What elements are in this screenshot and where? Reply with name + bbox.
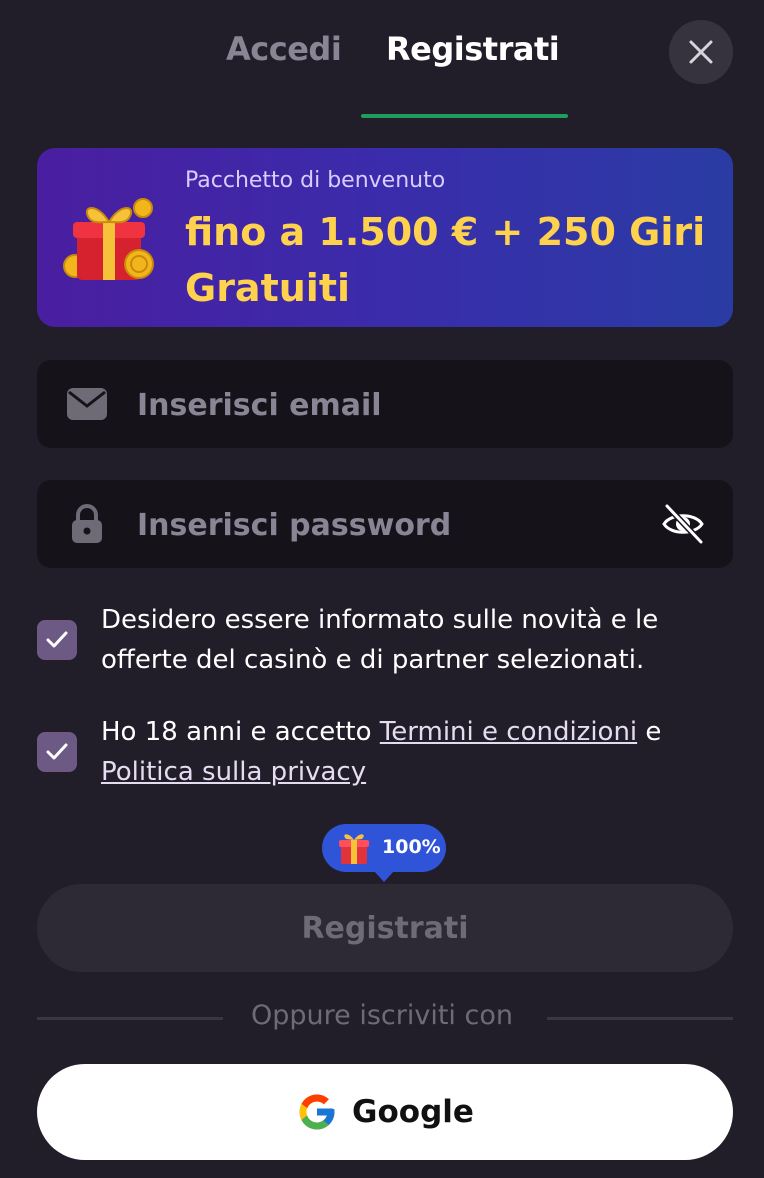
banner-subtitle: Pacchetto di benvenuto [185, 168, 446, 193]
password-input[interactable] [135, 480, 659, 570]
gift-box-icon [63, 198, 154, 280]
terms-checkbox[interactable] [37, 732, 77, 772]
welcome-banner: Pacchetto di benvenuto fino a 1.500 € + … [37, 148, 733, 327]
close-icon [689, 40, 713, 64]
terms-conjunction: e [645, 717, 662, 747]
register-submit-label: Registrati [301, 910, 469, 946]
active-tab-indicator [361, 114, 568, 118]
divider-text: Oppure iscriviti con [251, 1000, 513, 1031]
envelope-icon [67, 388, 107, 420]
terms-link[interactable]: Termini e condizioni [380, 717, 637, 747]
bonus-percent: 100% [382, 836, 441, 858]
google-signup-button[interactable]: Google [37, 1064, 733, 1160]
google-logo-icon [299, 1094, 335, 1130]
lock-icon [72, 504, 102, 543]
email-field-container [37, 360, 733, 450]
checkmark-icon [46, 743, 68, 760]
bonus-badge: 100% [322, 824, 446, 882]
gift-icon [339, 834, 369, 864]
privacy-link[interactable]: Politica sulla privacy [101, 757, 366, 787]
auth-tabs: Accedi Registrati [0, 0, 764, 118]
banner-title: fino a 1.500 € + 250 Giri Gratuiti [185, 210, 706, 310]
password-field-container [37, 480, 733, 570]
terms-prefix: Ho 18 anni e accetto [101, 717, 372, 747]
email-input[interactable] [135, 360, 659, 450]
divider-right [547, 1017, 733, 1020]
close-button[interactable] [669, 20, 733, 84]
google-label: Google [352, 1094, 474, 1130]
checkmark-icon [46, 631, 68, 648]
newsletter-checkbox[interactable] [37, 620, 77, 660]
newsletter-consent-label: Desidero essere informato sulle novità e… [101, 605, 659, 675]
tab-login[interactable]: Accedi [226, 30, 342, 68]
tab-register[interactable]: Registrati [386, 30, 560, 68]
eye-off-icon[interactable] [661, 502, 705, 546]
terms-consent-label: Ho 18 anni e accetto Termini e condizion… [101, 712, 721, 792]
register-modal: Accedi Registrati Pacchetto di benvenuto… [0, 0, 764, 1178]
register-submit-button[interactable]: Registrati [37, 884, 733, 972]
